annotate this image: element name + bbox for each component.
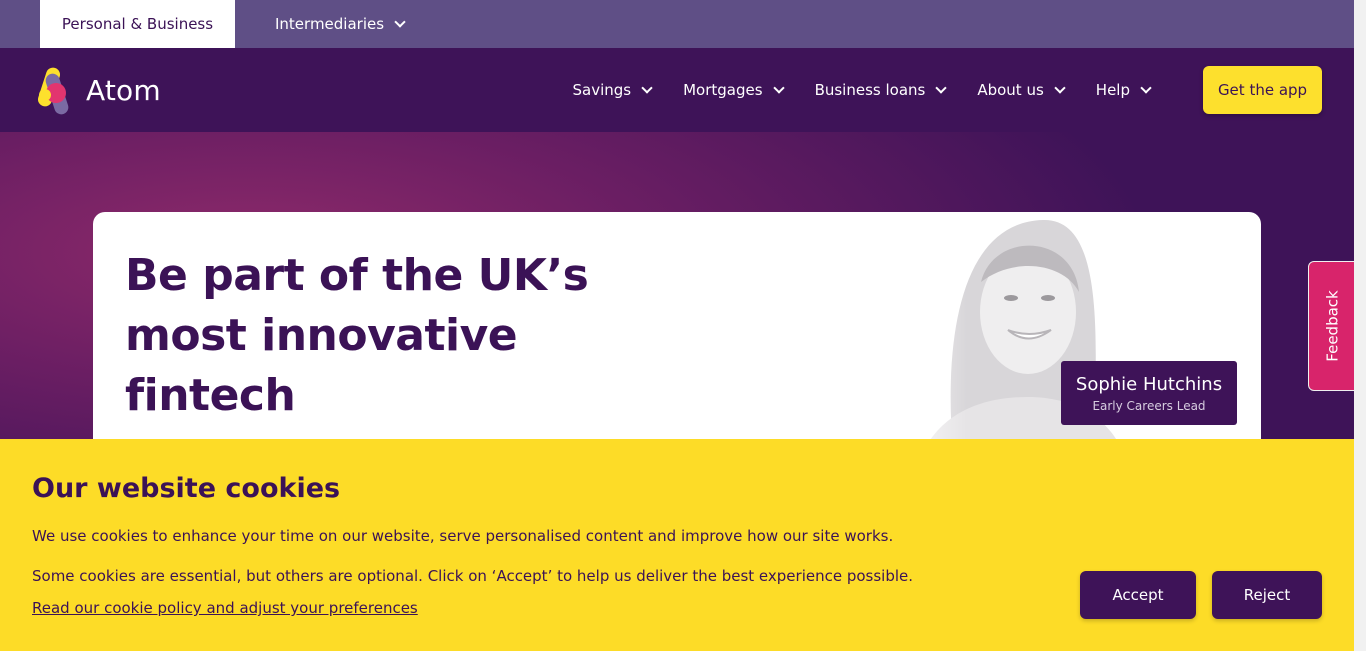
person-name: Sophie Hutchins <box>1075 373 1223 395</box>
nav-label: About us <box>977 81 1044 99</box>
chevron-down-icon <box>1140 81 1152 94</box>
nav-label: Savings <box>572 81 632 99</box>
reject-cookies-button[interactable]: Reject <box>1212 571 1322 619</box>
hero-section: Be part of the UK’s most innovative fint… <box>0 132 1354 452</box>
nav-label: Business loans <box>814 81 926 99</box>
chevron-down-icon <box>935 81 948 94</box>
nav-savings[interactable]: Savings <box>572 81 653 99</box>
get-the-app-button[interactable]: Get the app <box>1203 66 1322 114</box>
atom-logo-icon <box>37 67 69 115</box>
page-title: Be part of the UK’s most innovative fint… <box>125 250 589 421</box>
cookie-policy-link[interactable]: Read our cookie policy and adjust your p… <box>32 599 418 617</box>
person-name-badge: Sophie Hutchins Early Careers Lead <box>1061 361 1237 425</box>
tab-label: Personal & Business <box>61 15 214 33</box>
tab-label: Intermediaries <box>275 15 385 33</box>
cookie-banner: Our website cookies We use cookies to en… <box>0 439 1354 651</box>
utility-bar: Personal & Business Intermediaries <box>0 0 1354 48</box>
primary-menu: Savings Mortgages Business loans About u… <box>541 48 1152 132</box>
hero-card: Be part of the UK’s most innovative fint… <box>93 212 1261 452</box>
tab-personal-business[interactable]: Personal & Business <box>40 0 235 48</box>
atom-logo[interactable]: Atom <box>32 64 161 116</box>
tab-intermediaries[interactable]: Intermediaries <box>275 0 406 48</box>
cookie-description-optional: Some cookies are essential, but others a… <box>32 567 914 585</box>
brand-name: Atom <box>86 73 161 107</box>
nav-label: Mortgages <box>683 81 763 99</box>
nav-help[interactable]: Help <box>1095 81 1152 99</box>
main-nav: Atom Savings Mortgages Business loans Ab… <box>0 48 1354 132</box>
chevron-down-icon <box>394 15 406 28</box>
nav-mortgages[interactable]: Mortgages <box>683 81 785 99</box>
person-role: Early Careers Lead <box>1092 398 1206 413</box>
feedback-label: Feedback <box>1324 290 1342 362</box>
nav-label: Help <box>1095 81 1130 99</box>
chevron-down-icon <box>772 81 785 94</box>
feedback-tab[interactable]: Feedback <box>1308 261 1358 391</box>
cookie-description: We use cookies to enhance your time on o… <box>32 527 894 545</box>
nav-business-loans[interactable]: Business loans <box>814 81 948 99</box>
nav-about-us[interactable]: About us <box>977 81 1066 99</box>
accept-cookies-button[interactable]: Accept <box>1080 571 1196 619</box>
chevron-down-icon <box>641 81 653 94</box>
cookie-banner-title: Our website cookies <box>32 473 341 504</box>
page-scrollbar[interactable] <box>1354 0 1366 651</box>
chevron-down-icon <box>1054 81 1066 94</box>
